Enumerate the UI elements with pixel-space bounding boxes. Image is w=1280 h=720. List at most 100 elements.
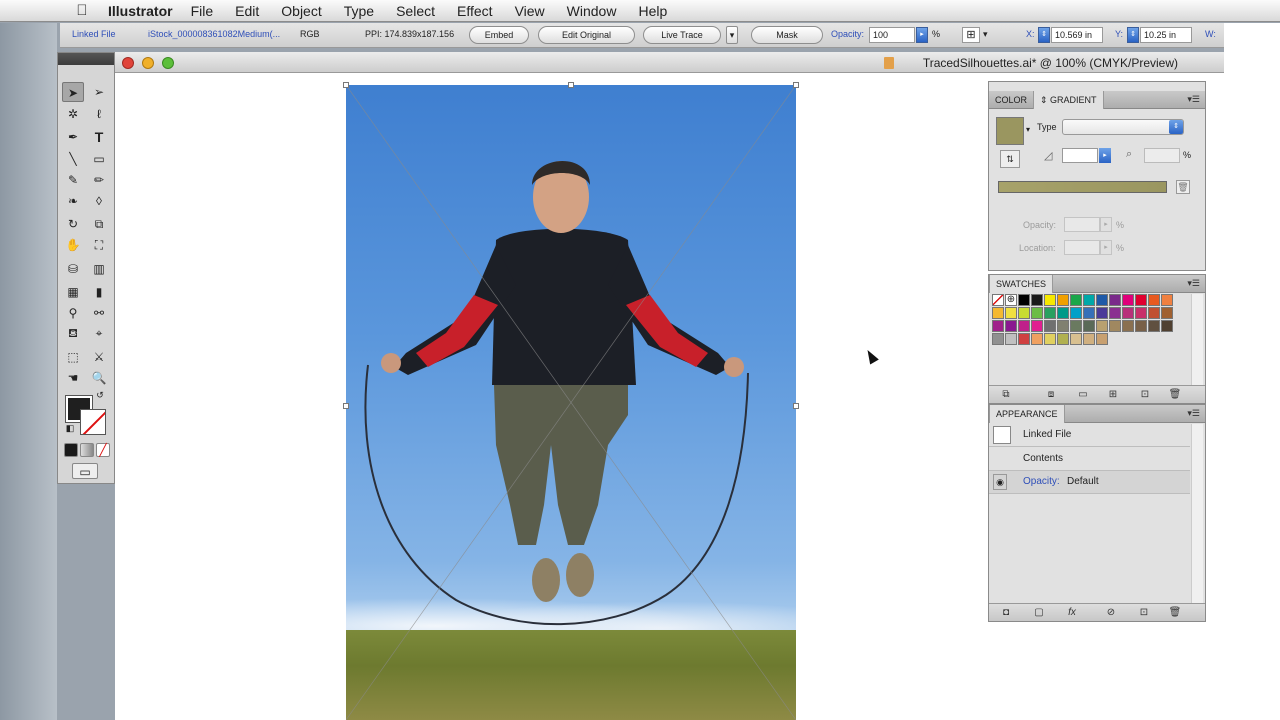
color-swatch[interactable]	[1109, 307, 1121, 319]
gradient-swatch[interactable]	[996, 117, 1024, 145]
apple-icon[interactable]: 	[62, 2, 102, 19]
opacity-input[interactable]: 100	[869, 27, 915, 43]
appearance-menu-icon[interactable]: ▾☰	[1187, 408, 1200, 419]
placed-image[interactable]	[346, 85, 796, 720]
menu-edit[interactable]: Edit	[235, 3, 259, 19]
x-input[interactable]: 10.569 in	[1051, 27, 1103, 43]
tab-appearance[interactable]: APPEARANCE	[989, 405, 1065, 423]
color-swatch[interactable]	[1148, 294, 1160, 306]
y-stepper-icon[interactable]: ⇕	[1127, 27, 1139, 43]
appearance-row-opacity[interactable]: ◉ Opacity: Default	[989, 471, 1190, 494]
mesh-tool-icon[interactable]: ▦	[62, 282, 84, 302]
appearance-opacity-link[interactable]: Opacity:	[1023, 471, 1060, 493]
opacity-label[interactable]: Opacity:	[831, 29, 864, 39]
pencil-tool-icon[interactable]: ✏	[88, 170, 110, 190]
color-mode-icon[interactable]	[64, 443, 78, 457]
free-transform-tool-icon[interactable]: ⛶	[88, 235, 110, 255]
warp-tool-icon[interactable]: ✋	[62, 235, 84, 255]
blob-brush-tool-icon[interactable]: ❧	[62, 191, 84, 211]
menu-type[interactable]: Type	[344, 3, 374, 19]
color-swatch[interactable]	[1005, 333, 1017, 345]
rectangle-tool-icon[interactable]: ▭	[88, 149, 110, 169]
stop-location-input[interactable]	[1064, 240, 1100, 255]
color-swatch[interactable]	[1031, 307, 1043, 319]
lasso-tool-icon[interactable]: ℓ	[88, 104, 110, 124]
color-swatch[interactable]	[1161, 320, 1173, 332]
close-window-icon[interactable]	[122, 57, 134, 69]
scale-tool-icon[interactable]: ⧉	[88, 214, 110, 234]
menu-window[interactable]: Window	[567, 3, 617, 19]
visibility-eye-icon[interactable]: ◉	[993, 474, 1007, 490]
color-swatch[interactable]	[1109, 294, 1121, 306]
color-swatch[interactable]	[1057, 294, 1069, 306]
live-paint-bucket-tool-icon[interactable]: ⛾	[62, 323, 84, 343]
color-swatch[interactable]	[1031, 333, 1043, 345]
swatch-libraries-icon[interactable]: ⧉	[999, 389, 1013, 401]
bounding-box-handle-top-left[interactable]	[343, 82, 349, 88]
appearance-row-linked-file[interactable]: Linked File	[989, 424, 1190, 447]
y-input[interactable]: 10.25 in	[1140, 27, 1192, 43]
artboard-tool-icon[interactable]: ⬚	[62, 347, 84, 367]
color-swatch[interactable]	[1148, 320, 1160, 332]
bounding-box-handle-right[interactable]	[793, 403, 799, 409]
mask-button[interactable]: Mask	[751, 26, 823, 44]
color-swatch[interactable]	[1135, 307, 1147, 319]
color-swatch[interactable]	[1109, 320, 1121, 332]
duplicate-item-icon[interactable]: ⊡	[1137, 607, 1151, 619]
reference-point-icon[interactable]: ⊞	[962, 27, 980, 43]
color-swatch[interactable]	[1148, 307, 1160, 319]
color-swatch[interactable]	[1122, 320, 1134, 332]
stop-opacity-dropdown-icon[interactable]: ▸	[1100, 217, 1112, 232]
tools-panel-header[interactable]	[58, 53, 114, 65]
stroke-color-icon[interactable]	[80, 409, 106, 435]
color-swatch[interactable]	[1018, 333, 1030, 345]
color-swatch[interactable]	[1070, 320, 1082, 332]
opacity-arrow-icon[interactable]: ▸	[916, 27, 928, 43]
color-swatch[interactable]	[1031, 294, 1043, 306]
color-swatch[interactable]	[1044, 294, 1056, 306]
gradient-mode-icon[interactable]	[80, 443, 94, 457]
menu-view[interactable]: View	[515, 3, 545, 19]
color-swatch[interactable]	[1044, 320, 1056, 332]
color-swatch[interactable]	[1044, 333, 1056, 345]
stop-location-dropdown-icon[interactable]: ▸	[1100, 240, 1112, 255]
appearance-row-contents[interactable]: Contents	[989, 448, 1190, 471]
x-stepper-icon[interactable]: ⇕	[1038, 27, 1050, 43]
show-swatch-kinds-icon[interactable]: ⧈	[1044, 389, 1058, 401]
angle-dropdown-icon[interactable]: ▸	[1099, 148, 1111, 163]
tab-swatches[interactable]: SWATCHES	[989, 275, 1054, 293]
stop-opacity-input[interactable]	[1064, 217, 1100, 232]
color-swatch[interactable]	[1161, 307, 1173, 319]
color-swatch[interactable]	[1005, 307, 1017, 319]
color-swatch[interactable]	[1096, 294, 1108, 306]
add-new-fill-icon[interactable]: ▢	[1032, 607, 1046, 619]
gradient-slider[interactable]	[998, 181, 1167, 193]
color-swatch[interactable]	[1135, 294, 1147, 306]
paintbrush-tool-icon[interactable]: ✎	[62, 170, 84, 190]
color-swatch[interactable]	[992, 307, 1004, 319]
panel-menu-icon[interactable]: ▾☰	[1187, 94, 1200, 105]
swatches-menu-icon[interactable]: ▾☰	[1187, 278, 1200, 289]
color-swatch[interactable]	[1083, 333, 1095, 345]
linked-file-link[interactable]: Linked File	[72, 29, 116, 39]
reference-dropdown-icon[interactable]: ▾	[983, 29, 988, 40]
live-trace-button[interactable]: Live Trace	[643, 26, 721, 44]
line-tool-icon[interactable]: ╲	[62, 149, 84, 169]
slice-tool-icon[interactable]: ⚔	[88, 347, 110, 367]
color-swatch[interactable]	[1083, 307, 1095, 319]
tab-color[interactable]: COLOR	[989, 91, 1033, 109]
blend-tool-icon[interactable]: ⚯	[88, 303, 110, 323]
menu-select[interactable]: Select	[396, 3, 435, 19]
color-swatch[interactable]	[1070, 307, 1082, 319]
color-swatch[interactable]	[1161, 294, 1173, 306]
live-paint-selection-tool-icon[interactable]: ⌖	[88, 323, 110, 343]
bounding-box-handle-top[interactable]	[568, 82, 574, 88]
add-new-effect-icon[interactable]: fx	[1065, 607, 1079, 619]
none-swatch-icon[interactable]	[992, 294, 1004, 306]
appearance-scrollbar[interactable]	[1191, 424, 1203, 603]
tab-gradient[interactable]: ⇕ GRADIENT	[1033, 91, 1104, 109]
hand-tool-icon[interactable]: ☚	[62, 368, 84, 388]
filename-link[interactable]: iStock_000008361082Medium(...	[148, 29, 280, 39]
menu-help[interactable]: Help	[638, 3, 667, 19]
live-trace-dropdown-icon[interactable]: ▾	[726, 26, 738, 44]
